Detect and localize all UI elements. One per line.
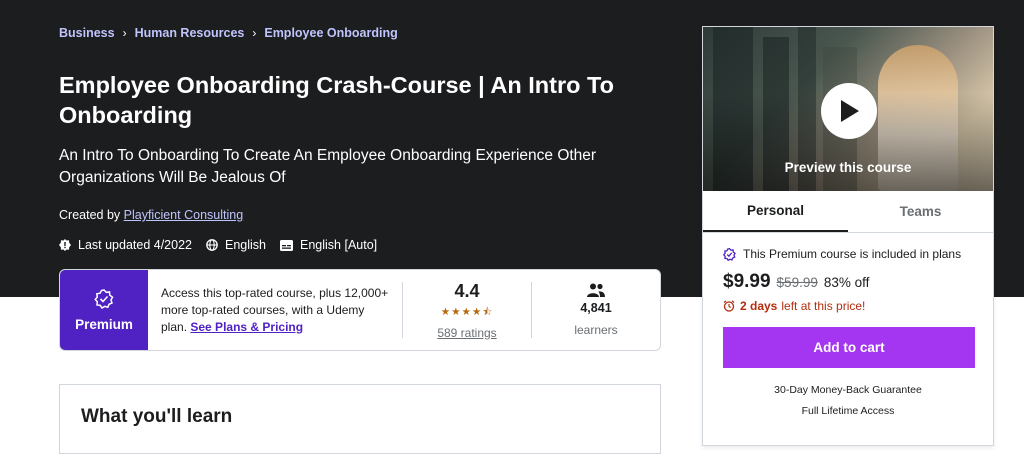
add-to-cart-button[interactable]: Add to cart [723,327,975,368]
breadcrumb-human-resources[interactable]: Human Resources [135,26,245,40]
chevron-right-icon: › [122,26,127,40]
play-button[interactable] [821,83,877,139]
last-updated-text: Last updated 4/2022 [78,238,192,252]
premium-description: Access this top-rated course, plus 12,00… [148,270,402,350]
globe-icon [206,239,218,251]
premium-label: Premium [75,316,133,332]
last-updated: Last updated 4/2022 [59,238,192,252]
original-price: $59.99 [776,275,818,290]
breadcrumb-business[interactable]: Business [59,26,115,40]
what-you-learn-section: What you'll learn [59,384,661,454]
language-text: English [225,238,266,252]
star-rating-icon: ★★★★⯪ [440,305,494,318]
tab-personal[interactable]: Personal [703,191,848,232]
captions-text: English [Auto] [300,238,378,252]
course-title: Employee Onboarding Crash-Course | An In… [59,72,614,128]
see-plans-link[interactable]: See Plans & Pricing [190,320,303,334]
captions-icon [280,239,293,251]
pricing-panel: This Premium course is included in plans… [703,233,993,417]
premium-badge: Premium [60,270,148,350]
premium-included: This Premium course is included in plans [723,247,973,261]
alert-badge-icon [59,239,71,251]
timer-text: left at this price! [781,299,866,313]
learners-count: 4,841 [580,301,612,315]
price-timer: 2 days left at this price! [723,299,973,313]
premium-seal-icon [94,288,114,309]
included-text: This Premium course is included in plans [743,247,962,261]
language: English [206,238,266,252]
created-by-label: Created by [59,208,121,222]
timer-days: 2 days [740,299,778,313]
captions: English [Auto] [280,238,377,252]
chevron-right-icon: › [252,26,257,40]
breadcrumb: Business › Human Resources › Employee On… [59,26,398,40]
lifetime-access: Full Lifetime Access [801,405,895,417]
course-subtitle: An Intro To Onboarding To Create An Empl… [59,147,597,186]
learners-stat: 4,841 learners [532,270,660,350]
price-row: $9.99 $59.99 83% off [723,271,973,293]
what-you-learn-heading: What you'll learn [81,406,233,427]
created-by: Created by Playficient Consulting [59,208,243,222]
course-preview[interactable]: Preview this course [703,27,993,191]
discount-percent: 83% off [823,275,870,290]
alarm-clock-icon [723,300,735,312]
course-meta: Last updated 4/2022 English English [Aut… [59,238,391,252]
plan-tabs: Personal Teams [703,191,993,233]
premium-banner: Premium Access this top-rated course, pl… [59,269,661,351]
premium-seal-icon [723,247,736,261]
breadcrumb-employee-onboarding[interactable]: Employee Onboarding [264,26,397,40]
current-price: $9.99 [723,271,771,292]
rating-stat: 4.4 ★★★★⯪ 589 ratings [403,270,531,350]
instructor-link[interactable]: Playficient Consulting [124,208,244,222]
play-icon [841,100,859,122]
money-back-guarantee: 30-Day Money-Back Guarantee [774,384,922,396]
users-icon [587,283,605,297]
purchase-sidebar: Preview this course Personal Teams This … [702,26,994,446]
rating-value: 4.4 [454,280,480,301]
preview-label: Preview this course [784,160,912,175]
ratings-count-link[interactable]: 589 ratings [437,326,496,340]
tab-teams[interactable]: Teams [848,191,993,232]
learners-label: learners [574,323,618,337]
